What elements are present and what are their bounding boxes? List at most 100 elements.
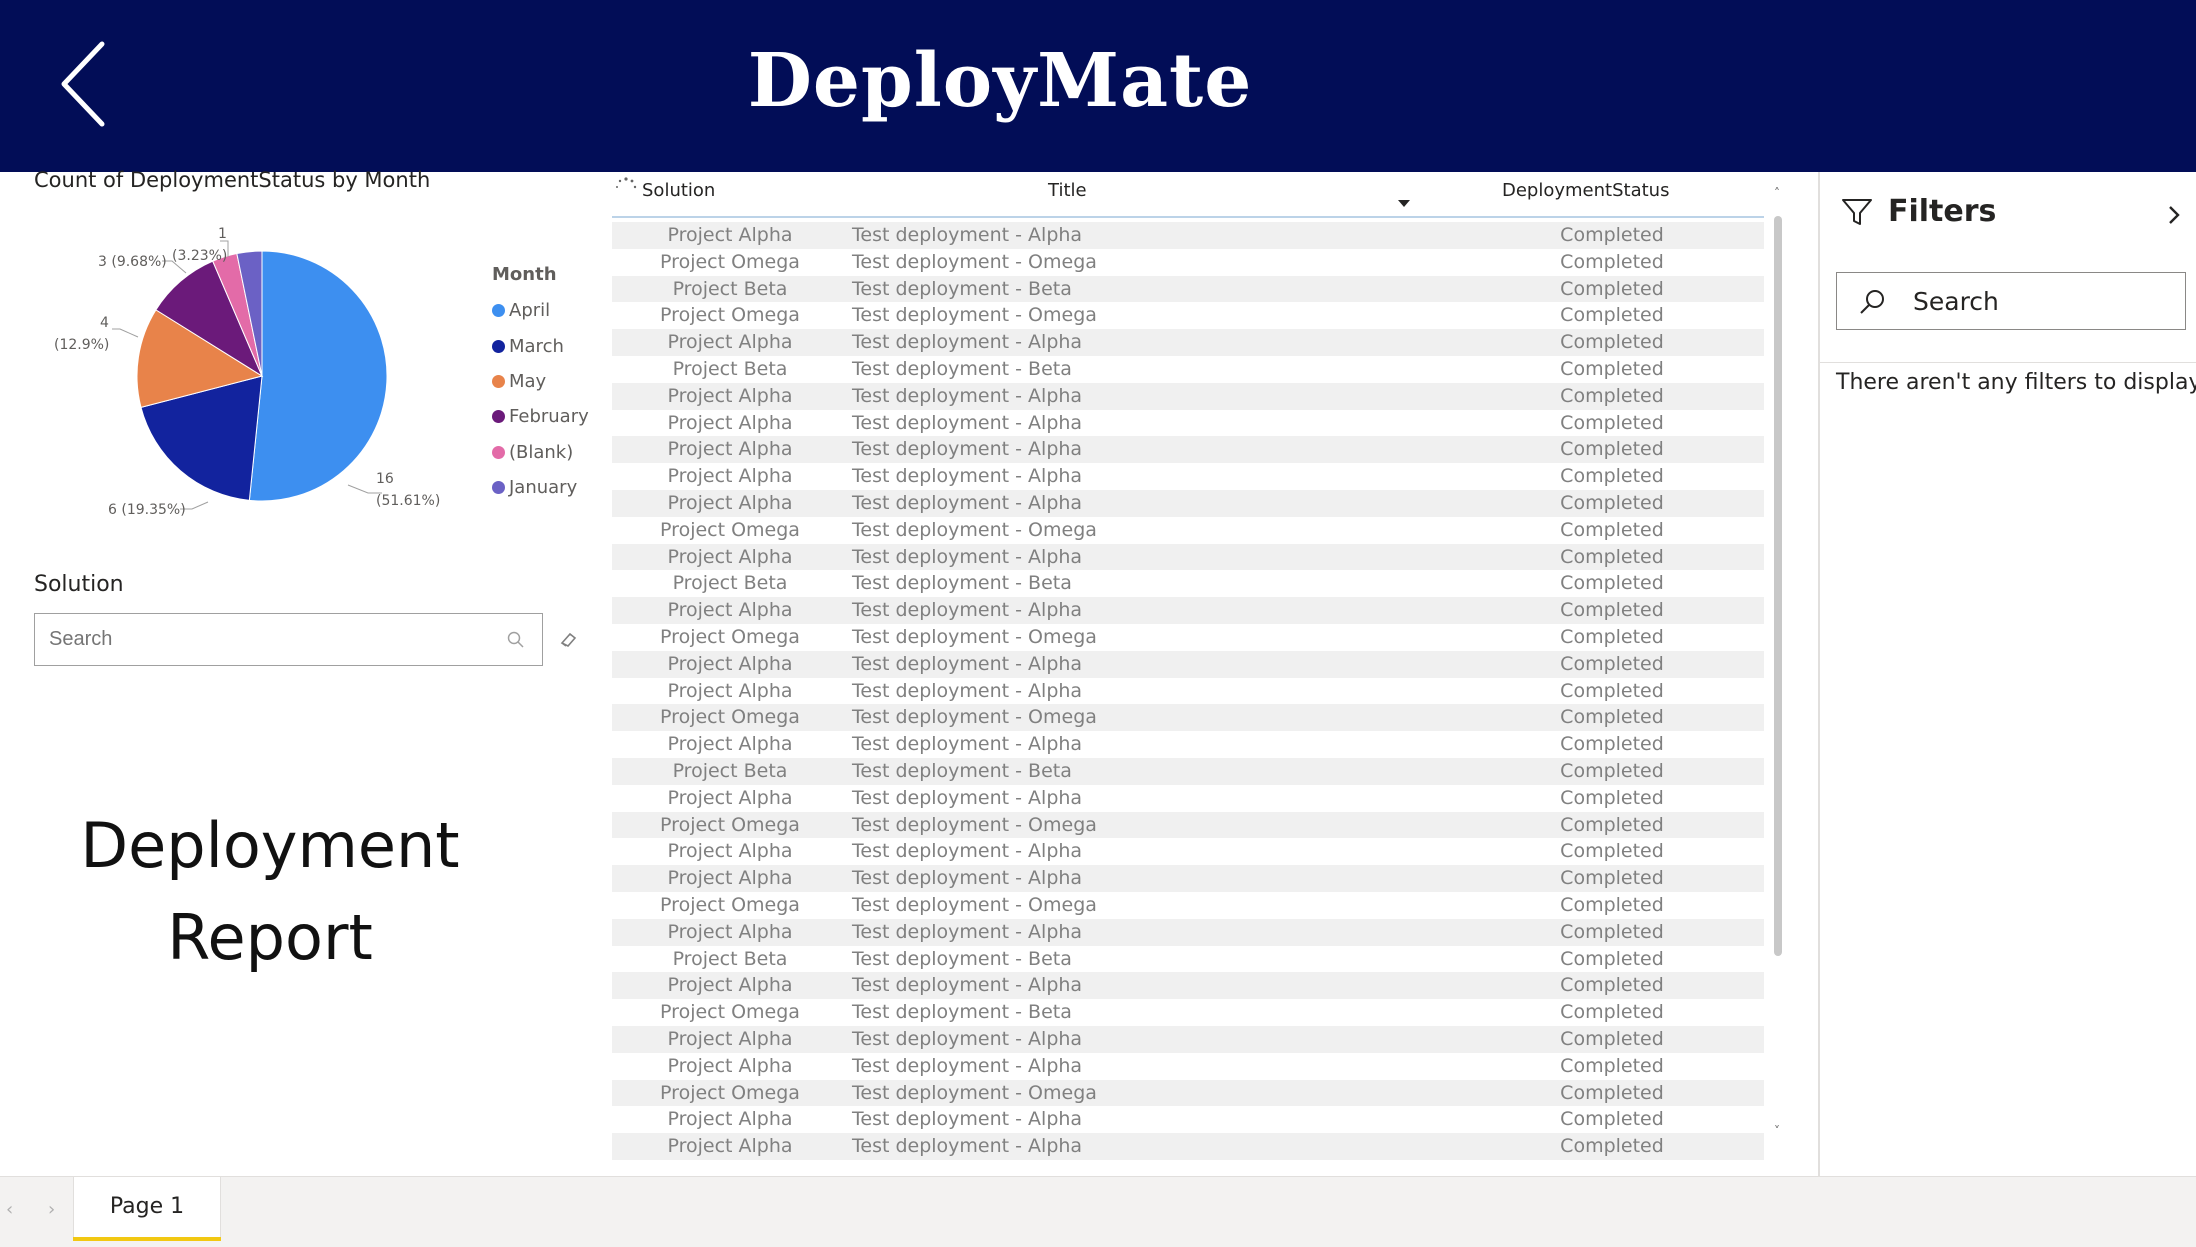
chevron-right-icon[interactable] [2162,200,2186,230]
filters-search-box[interactable] [1836,272,2186,330]
table-row[interactable]: Project Alpha Test deployment - Alpha Comp… [612,865,1764,892]
table-row[interactable]: Project Alpha Test deployment - Alpha Comp… [612,731,1764,758]
cell-solution: Project Omega [660,250,800,273]
slicer-search-box[interactable] [34,613,543,666]
scroll-down-icon[interactable]: ˅ [1774,1124,1780,1138]
table-row[interactable]: Project Alpha Test deployment - Alpha Comp… [612,918,1764,946]
leader-line-may [112,328,139,338]
cell-title: Test deployment - Alpha [852,974,1083,997]
table-row[interactable]: Project Omega Test deployment - Beta Compl… [612,999,1764,1026]
cell-deployment-status: Completed [1560,679,1664,702]
table-row[interactable]: Project Alpha Test deployment - Alpha Comp… [612,1025,1764,1053]
cell-deployment-status: Completed [1560,518,1664,541]
cell-solution: Project Alpha [667,679,793,702]
cell-title: Test deployment - Omega [852,893,1097,916]
cell-deployment-status: Completed [1560,759,1664,782]
table-row[interactable]: Project Omega Test deployment - Omega Comp… [612,811,1764,839]
slicer-search-input[interactable] [35,614,475,664]
cell-title: Test deployment - Alpha [852,465,1083,488]
table-row[interactable]: Project Alpha Test deployment - Alpha Comp… [612,678,1764,705]
table-row[interactable]: Project Alpha Test deployment - Alpha Comp… [612,597,1764,624]
page-tab-1[interactable]: Page 1 [73,1177,221,1241]
table-row[interactable]: Project Alpha Test deployment - Alpha Comp… [612,1106,1764,1133]
data-label-may-percent: (12.9%) [54,337,109,353]
legend-label: March [509,335,564,357]
pie-slices[interactable] [136,250,388,502]
legend-label: April [509,300,551,322]
table-row[interactable]: Project Alpha Test deployment - Alpha Comp… [612,382,1764,410]
table-row[interactable]: Project Omega Test deployment - Omega Comp… [612,624,1764,651]
scroll-up-icon[interactable]: ˄ [1774,186,1780,200]
cell-solution: Project Alpha [667,840,793,863]
slicer-title: Solution [34,572,124,597]
table-row[interactable]: Project Alpha Test deployment - Alpha Comp… [612,222,1764,249]
table-row[interactable]: Project Omega Test deployment - Omega Comp… [612,1079,1764,1107]
filters-title: Filters [1888,194,1997,229]
next-page-icon[interactable]: › [48,1199,55,1220]
legend-item[interactable]: February [492,399,589,434]
cell-deployment-status: Completed [1560,331,1664,354]
table-row[interactable]: Project Alpha Test deployment - Alpha Comp… [612,1133,1764,1160]
table-row[interactable]: Project Alpha Test deployment - Alpha Comp… [612,436,1764,464]
legend-marker-icon [492,304,505,318]
table-row[interactable]: Project Alpha Test deployment - Alpha Comp… [612,489,1764,517]
report-title-line2: Report [167,901,373,974]
pie-chart[interactable]: 16 (51.61%) 6 (19.35%) 4 (12.9%) 3 (9.68… [30,205,450,535]
legend-item[interactable]: January [492,470,589,505]
cell-title: Test deployment - Beta [852,947,1072,970]
cell-solution: Project Beta [672,357,788,380]
pie-slice-april[interactable] [248,250,388,502]
cell-title: Test deployment - Omega [852,304,1097,327]
cell-solution: Project Alpha [667,438,793,461]
table-row[interactable]: Project Beta Test deployment - Beta Comple… [612,356,1764,383]
table-row[interactable]: Project Omega Test deployment - Omega Comp… [612,517,1764,544]
table-row[interactable]: Project Beta Test deployment - Beta Comple… [612,757,1764,785]
legend-marker-icon [492,445,505,459]
legend-item[interactable]: April [492,293,589,328]
table-row[interactable]: Project Alpha Test deployment - Alpha Comp… [612,972,1764,1000]
table-row[interactable]: Project Omega Test deployment - Omega Comp… [612,892,1764,919]
table-row[interactable]: Project Beta Test deployment - Beta Comple… [612,570,1764,597]
table-row[interactable]: Project Omega Test deployment - Omega Comp… [612,249,1764,276]
table-row[interactable]: Project Beta Test deployment - Beta Comple… [612,946,1764,973]
table-row[interactable]: Project Alpha Test deployment - Alpha Comp… [612,785,1764,812]
sort-descending-icon[interactable] [1398,200,1410,207]
table-body: Project Alpha Test deployment - Alpha Comp… [612,222,1764,1160]
app-header: DeployMate [0,0,2196,172]
table-row[interactable]: Project Omega Test deployment - Omega Comp… [612,302,1764,329]
filters-empty-message: There aren't any filters to display. [1836,370,2196,395]
table-row[interactable]: Project Alpha Test deployment - Alpha Comp… [612,329,1764,356]
table-row[interactable]: Project Omega Test deployment - Omega Comp… [612,704,1764,732]
page-navigation-bar: ‹ › Page 1 [0,1176,2196,1247]
legend-marker-icon [492,339,505,353]
table-row[interactable]: Project Alpha Test deployment - Alpha Comp… [612,543,1764,571]
cell-title: Test deployment - Alpha [852,867,1083,890]
cell-solution: Project Omega [660,1001,800,1024]
cell-deployment-status: Completed [1560,438,1664,461]
cell-solution: Project Alpha [667,384,793,407]
cell-title: Test deployment - Beta [852,759,1072,782]
table-row[interactable]: Project Alpha Test deployment - Alpha Comp… [612,838,1764,865]
legend-item[interactable]: (Blank) [492,435,589,470]
column-header-solution[interactable]: Solution [642,180,715,201]
table-row[interactable]: Project Alpha Test deployment - Alpha Comp… [612,650,1764,678]
cell-title: Test deployment - Alpha [852,411,1083,434]
cell-deployment-status: Completed [1560,1108,1664,1131]
legend-item[interactable]: May [492,364,589,399]
table-row[interactable]: Project Alpha Test deployment - Alpha Comp… [612,463,1764,490]
legend-label: (Blank) [509,441,574,463]
table-row[interactable]: Project Beta Test deployment - Beta Comple… [612,275,1764,303]
table-row[interactable]: Project Alpha Test deployment - Alpha Comp… [612,1053,1764,1080]
table-row[interactable]: Project Alpha Test deployment - Alpha Comp… [612,410,1764,437]
cell-deployment-status: Completed [1560,1001,1664,1024]
cell-title: Test deployment - Alpha [852,331,1083,354]
filters-search-input[interactable] [1913,277,2173,325]
legend-item[interactable]: March [492,328,589,363]
cell-solution: Project Alpha [667,920,793,943]
column-header-deployment-status[interactable]: DeploymentStatus [1502,180,1669,201]
column-header-title[interactable]: Title [1048,180,1087,201]
vertical-scrollbar-thumb[interactable] [1774,216,1782,956]
cell-solution: Project Omega [660,813,800,836]
previous-page-icon[interactable]: ‹ [6,1199,13,1220]
eraser-icon[interactable] [558,628,580,650]
